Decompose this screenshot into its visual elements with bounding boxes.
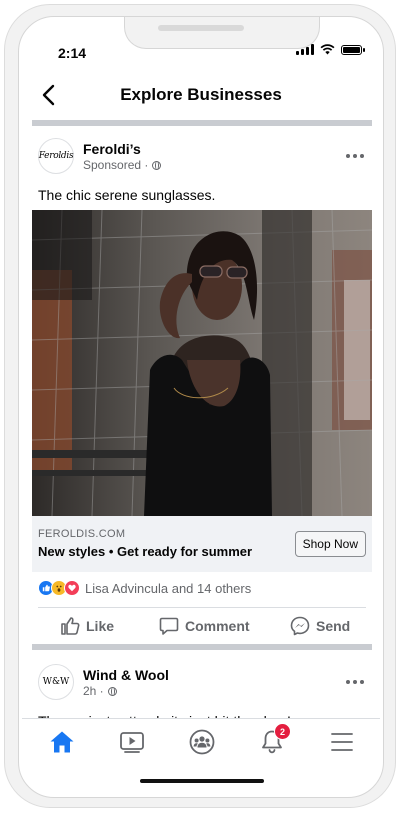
home-icon (50, 731, 74, 753)
ad-image-woman-sunglasses[interactable] (32, 210, 372, 516)
like-button[interactable]: Like (60, 616, 114, 636)
link-headline: New styles • Get ready for summer (38, 544, 253, 559)
post-meta: Sponsored · (83, 158, 162, 172)
business-avatar[interactable]: Feroldis (38, 138, 74, 174)
comment-button[interactable]: Comment (159, 616, 250, 636)
business-name[interactable]: Feroldi’s (83, 141, 141, 157)
reaction-divider (38, 607, 366, 608)
menu-tab[interactable] (327, 727, 357, 757)
section-divider (32, 120, 372, 126)
comment-label: Comment (185, 618, 250, 634)
sponsored-label: Sponsored · (83, 158, 149, 172)
messenger-icon (290, 616, 310, 636)
groups-icon (189, 729, 215, 755)
section-divider (32, 644, 372, 650)
like-label: Like (86, 618, 115, 634)
business-name[interactable]: Wind & Wool (83, 667, 169, 683)
bottom-navigation: 2 (22, 718, 380, 767)
reaction-summary[interactable]: Lisa Advincula and 14 others (38, 580, 251, 596)
hamburger-menu-icon (331, 733, 353, 751)
home-indicator[interactable] (140, 779, 264, 783)
cellular-signal-icon (296, 44, 314, 55)
phone-speaker (158, 25, 244, 31)
thumbs-up-icon (61, 617, 80, 635)
watch-tab[interactable] (117, 727, 147, 757)
shop-now-button[interactable]: Shop Now (294, 531, 366, 557)
more-options-icon[interactable] (346, 151, 366, 161)
love-reaction-icon (64, 580, 80, 596)
groups-tab[interactable] (187, 727, 217, 757)
video-icon (120, 732, 144, 753)
globe-icon (107, 686, 117, 696)
comment-icon (159, 617, 179, 635)
send-label: Send (316, 618, 351, 634)
page-title: Explore Businesses (120, 85, 282, 104)
battery-icon (341, 44, 365, 55)
wifi-icon (320, 44, 335, 55)
more-options-icon[interactable] (346, 677, 366, 687)
post-time: 2h · (83, 684, 104, 698)
link-domain: FEROLDIS.COM (38, 528, 126, 540)
notifications-tab[interactable]: 2 (257, 723, 291, 757)
wind-wool-logo: W&W (42, 677, 70, 687)
globe-icon (152, 160, 162, 170)
status-icons (296, 44, 365, 55)
business-avatar[interactable]: W&W (38, 664, 74, 700)
home-tab[interactable] (47, 727, 77, 757)
post-caption: The chic serene sunglasses. (38, 187, 216, 203)
notification-badge: 2 (274, 723, 291, 740)
post-meta: 2h · (83, 684, 117, 698)
status-time: 2:14 (58, 45, 87, 61)
feroldis-logo: Feroldis (38, 151, 74, 161)
reaction-names: Lisa Advincula and 14 others (85, 580, 252, 596)
send-button[interactable]: Send (290, 616, 350, 636)
phone-notch (124, 17, 320, 49)
link-preview[interactable]: FEROLDIS.COM New styles • Get ready for … (32, 516, 372, 572)
